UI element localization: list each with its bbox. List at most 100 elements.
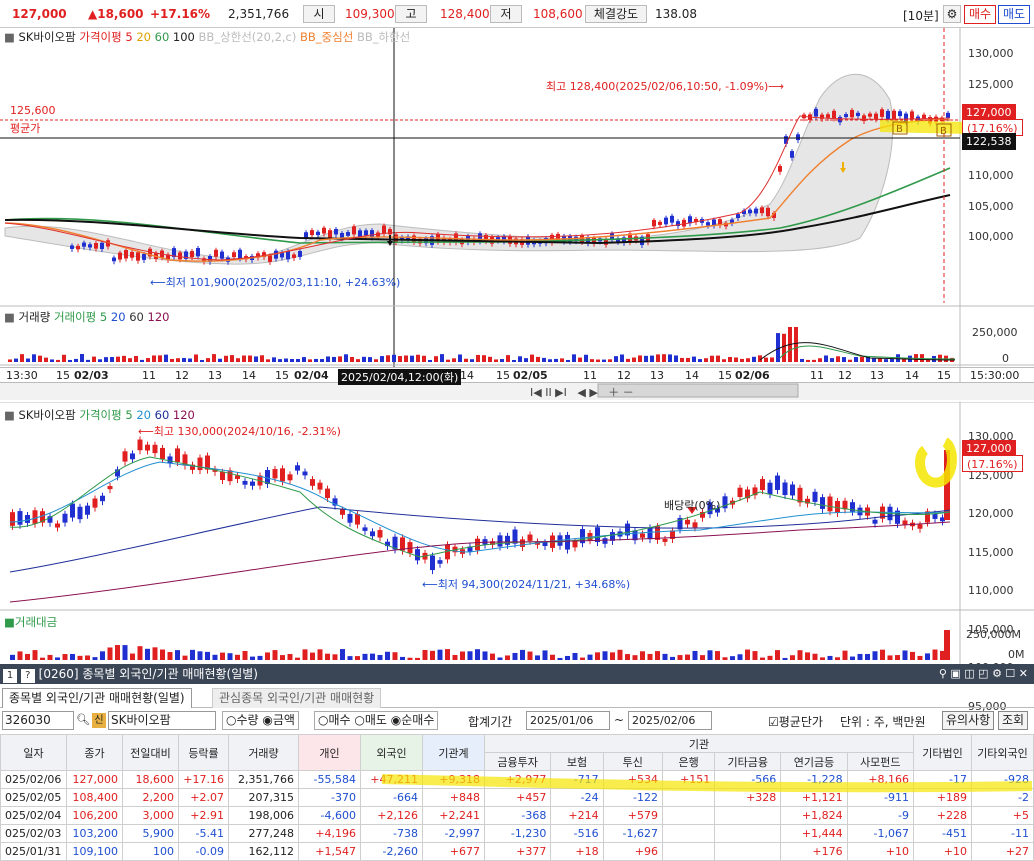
table-cell: 025/02/03 [0, 824, 67, 843]
volume-bar [434, 356, 438, 362]
candle-body [107, 486, 113, 490]
amount-bar [482, 651, 488, 660]
candle-body [782, 482, 788, 496]
amount-bar [422, 649, 428, 660]
sell-button[interactable]: 매도 [998, 5, 1030, 24]
amount-bar [115, 645, 120, 660]
table-cell: 2,200 [122, 788, 179, 807]
candle-body [136, 252, 140, 261]
time-tick-label: 02/03 [74, 369, 109, 382]
table-cell: 103,200 [66, 824, 123, 843]
volume-bar [266, 359, 270, 362]
table-cell: 18,600 [122, 770, 179, 789]
volume-bar [26, 358, 30, 362]
playback-controls[interactable]: I◀ II ▶I ◀ ▶ ＋ － [530, 384, 634, 400]
candle-body [754, 208, 758, 214]
candle-body [76, 245, 80, 250]
candle-body [286, 250, 290, 260]
volume-bar [344, 354, 348, 362]
table-cell: 277,248 [228, 824, 299, 843]
volume-bar [596, 359, 600, 362]
volume-bar [572, 354, 576, 362]
table-cell: +1,444 [780, 824, 848, 843]
interval-label[interactable]: [10분] [903, 7, 939, 24]
volume-bar [812, 359, 816, 362]
volume-bar [296, 358, 300, 362]
amount-bar [310, 652, 315, 660]
volume-bar [62, 354, 66, 362]
search-button[interactable]: 조회 [998, 711, 1029, 730]
candle-body [152, 444, 158, 454]
qty-amount-radio[interactable]: ○수량 ◉금액 [222, 711, 299, 730]
candle-body [272, 469, 278, 479]
volume-bar [860, 356, 864, 362]
time-tick-label: 2025/02/04,12:00(화) [338, 369, 462, 385]
tab-watchlist[interactable]: 관심종목 외국인/기관 매매현황 [212, 688, 382, 708]
volume: 2,351,766 [228, 7, 290, 21]
gear-icon[interactable]: ⚙ [943, 5, 961, 23]
amount-bar [415, 657, 420, 660]
buy-sell-radio[interactable]: ○매수 ○매도 ◉순매수 [314, 711, 439, 730]
daily-chart[interactable] [0, 402, 1034, 664]
amount-bar [160, 649, 165, 660]
table-row[interactable]: 025/02/03 103,200 5,900 -5.41 277,248 +4,196-… [0, 824, 1034, 843]
candle-body [287, 474, 293, 481]
candle-body [145, 444, 150, 451]
time-tick-label: 11 [810, 369, 824, 382]
amount-bar [625, 654, 630, 660]
amount-bar [512, 652, 518, 660]
notice-button[interactable]: 유의사항 [942, 711, 995, 730]
volume-bar [170, 358, 174, 362]
volume-bar [698, 359, 702, 362]
amount-bar [850, 656, 855, 660]
avg-price-checkbox[interactable]: ☑평균단가 [768, 713, 823, 730]
low-price: 108,600 [533, 7, 583, 21]
volume-bar [440, 354, 444, 362]
volume-bar [158, 355, 162, 362]
candle-body [892, 110, 896, 120]
table-row[interactable]: 025/02/04 106,200 3,000 +2.91 198,006 -4,600 +… [0, 806, 1034, 825]
volume-bar [620, 354, 624, 362]
open-label: 시 [303, 5, 335, 23]
tab-daily-trading[interactable]: 종목별 외국인/기관 매매현황(일별) [2, 688, 192, 708]
amount-bar [377, 654, 383, 660]
amount-bar [362, 653, 368, 660]
amount-bar [197, 651, 203, 660]
date-from-input[interactable]: 2025/01/06 [526, 711, 610, 730]
candle-body [355, 514, 360, 525]
candle-body [850, 109, 854, 118]
window-controls[interactable]: ⚲ ▣ ◫ ◰ ⚙ ☐ ✕ [939, 664, 1028, 684]
search-icon[interactable]: 🔍︎ [76, 713, 90, 726]
volume-bar [140, 359, 144, 362]
amount-bar [205, 651, 210, 660]
volume-bar [38, 355, 42, 362]
buy-button[interactable]: 매수 [964, 5, 996, 24]
amount-bar [227, 653, 233, 660]
stock-name-field[interactable]: SK바이오팜 [108, 711, 216, 730]
amount-bar [152, 647, 158, 660]
amount-bar [842, 650, 848, 660]
amount-bar [272, 650, 278, 660]
candle-body [767, 482, 773, 495]
table-cell [661, 824, 716, 843]
volume-bar [506, 355, 510, 362]
volume-bar [152, 355, 156, 362]
table-cell: 025/02/04 [0, 806, 67, 825]
intraday-chart[interactable]: B B [0, 28, 1034, 400]
amount-bar [130, 653, 135, 660]
candle-body [946, 112, 950, 119]
amount-bar [587, 654, 593, 660]
candle-body [910, 111, 914, 120]
candle-body [382, 225, 386, 234]
date-to-input[interactable]: 2025/02/06 [628, 711, 712, 730]
candle-body [437, 560, 443, 564]
table-cell: 106,200 [66, 806, 123, 825]
stock-code-input[interactable]: 326030 [2, 711, 74, 730]
table-cell: +2,126 [360, 806, 423, 825]
candle-body [295, 465, 300, 471]
amount-bar [505, 655, 510, 660]
candle-body [100, 495, 105, 502]
candle-body [844, 114, 848, 118]
candle-body [130, 453, 135, 460]
volume-bar [686, 357, 690, 362]
